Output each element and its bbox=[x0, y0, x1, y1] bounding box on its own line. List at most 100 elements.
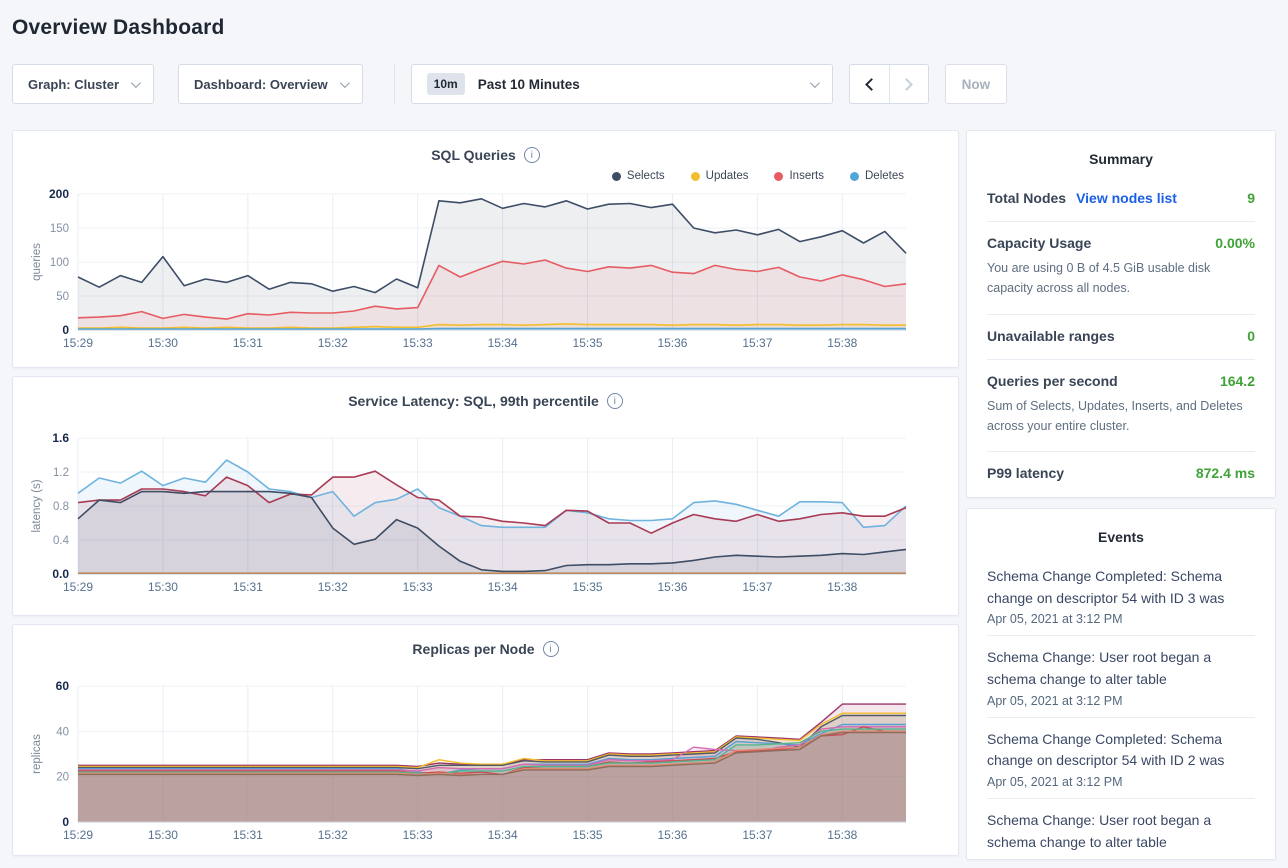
legend-label: Deletes bbox=[865, 170, 904, 182]
legend-item[interactable]: Deletes bbox=[850, 170, 904, 182]
replicas-per-node-plot[interactable]: 020406015:2915:3015:3115:3215:3315:3415:… bbox=[26, 678, 947, 846]
svg-text:15:38: 15:38 bbox=[827, 580, 857, 594]
summary-metric-label: P99 latency bbox=[987, 465, 1064, 481]
legend-label: Selects bbox=[627, 170, 665, 182]
summary-panel-title: Summary bbox=[987, 145, 1255, 177]
svg-text:15:29: 15:29 bbox=[63, 580, 93, 594]
dashboard-dropdown[interactable]: Dashboard: Overview bbox=[178, 64, 363, 104]
chart-legend: Selects Updates Inserts Deletes bbox=[26, 166, 945, 186]
event-item: Schema Change: User root began a schema … bbox=[987, 799, 1255, 860]
summary-metric-row: Total Nodes View nodes list 9 bbox=[987, 177, 1255, 222]
event-message: Schema Change: User root began a schema … bbox=[987, 810, 1255, 853]
svg-text:15:36: 15:36 bbox=[657, 828, 687, 842]
summary-panel: Summary Total Nodes View nodes list 9 Capac… bbox=[966, 130, 1276, 498]
info-icon[interactable]: i bbox=[543, 641, 559, 657]
event-item: Schema Change Completed: Schema change o… bbox=[987, 555, 1255, 636]
svg-text:15:38: 15:38 bbox=[827, 828, 857, 842]
event-message: Schema Change: User root began a schema … bbox=[987, 647, 1255, 690]
svg-text:15:32: 15:32 bbox=[318, 336, 348, 350]
svg-text:0.8: 0.8 bbox=[53, 501, 69, 513]
view-nodes-list-link[interactable]: View nodes list bbox=[1076, 190, 1177, 206]
summary-metric-value: 0.00% bbox=[1215, 235, 1255, 251]
replicas-per-node-chart-card: Replicas per Nodei020406015:2915:3015:31… bbox=[12, 624, 959, 856]
svg-text:15:34: 15:34 bbox=[488, 336, 518, 350]
svg-text:1.2: 1.2 bbox=[53, 467, 69, 479]
overview-dashboard-page: Overview Dashboard Graph: Cluster Dashbo… bbox=[0, 0, 1288, 868]
svg-text:0.0: 0.0 bbox=[52, 567, 69, 581]
time-range-selector[interactable]: 10m Past 10 Minutes bbox=[411, 64, 833, 104]
svg-text:15:35: 15:35 bbox=[573, 336, 603, 350]
legend-item[interactable]: Inserts bbox=[774, 170, 824, 182]
dashboard-toolbar: Graph: Cluster Dashboard: Overview 10m P… bbox=[12, 64, 1276, 104]
svg-text:50: 50 bbox=[56, 291, 69, 303]
svg-text:0.4: 0.4 bbox=[53, 535, 70, 547]
previous-time-window-button[interactable] bbox=[850, 65, 889, 103]
dashboard-content: SQL QueriesiSelectsUpdatesInsertsDeletes… bbox=[12, 130, 1276, 860]
svg-text:0: 0 bbox=[62, 815, 69, 829]
svg-text:200: 200 bbox=[49, 187, 69, 201]
event-timestamp: Apr 05, 2021 at 3:12 PM bbox=[987, 694, 1255, 708]
next-time-window-button[interactable] bbox=[889, 65, 928, 103]
event-timestamp: Apr 05, 2021 at 3:11 PM bbox=[987, 857, 1255, 861]
svg-text:1.6: 1.6 bbox=[52, 431, 69, 445]
legend-item[interactable]: Updates bbox=[691, 170, 749, 182]
event-item: Schema Change Completed: Schema change o… bbox=[987, 718, 1255, 799]
events-panel: Events Schema Change Completed: Schema c… bbox=[966, 508, 1276, 860]
svg-text:15:31: 15:31 bbox=[233, 828, 263, 842]
svg-text:15:29: 15:29 bbox=[63, 336, 93, 350]
chevron-right-icon bbox=[900, 78, 913, 91]
summary-metric-label: Unavailable ranges bbox=[987, 328, 1115, 344]
svg-text:15:38: 15:38 bbox=[827, 336, 857, 350]
events-panel-title: Events bbox=[987, 523, 1255, 555]
page-title: Overview Dashboard bbox=[12, 16, 1276, 40]
summary-metric-row: Unavailable ranges0 bbox=[987, 315, 1255, 360]
legend-item[interactable]: Selects bbox=[612, 170, 665, 182]
svg-text:queries: queries bbox=[31, 243, 43, 281]
time-range-badge: 10m bbox=[427, 73, 465, 95]
summary-metric-description: You are using 0 B of 4.5 GiB usable disk… bbox=[987, 258, 1255, 299]
summary-metric-description: Sum of Selects, Updates, Inserts, and De… bbox=[987, 396, 1255, 437]
toolbar-divider bbox=[394, 64, 395, 104]
svg-text:15:34: 15:34 bbox=[488, 580, 518, 594]
event-message: Schema Change Completed: Schema change o… bbox=[987, 729, 1255, 772]
chart-title: Replicas per Node bbox=[412, 641, 534, 657]
graph-scope-dropdown[interactable]: Graph: Cluster bbox=[12, 64, 154, 104]
svg-text:15:37: 15:37 bbox=[742, 580, 772, 594]
svg-text:15:30: 15:30 bbox=[148, 828, 178, 842]
summary-metric-row: P99 latency 872.4 ms bbox=[987, 452, 1255, 496]
chevron-down-icon bbox=[340, 78, 350, 88]
legend-dot-icon bbox=[612, 172, 621, 181]
time-range-label: Past 10 Minutes bbox=[478, 77, 580, 92]
info-icon[interactable]: i bbox=[524, 147, 540, 163]
svg-text:15:33: 15:33 bbox=[403, 580, 433, 594]
svg-text:0: 0 bbox=[62, 323, 69, 337]
summary-metric-label: Capacity Usage bbox=[987, 235, 1091, 251]
legend-dot-icon bbox=[774, 172, 783, 181]
svg-text:100: 100 bbox=[50, 257, 69, 269]
now-button[interactable]: Now bbox=[945, 64, 1008, 104]
summary-metric-label: Total Nodes bbox=[987, 190, 1066, 206]
legend-label: Inserts bbox=[789, 170, 824, 182]
svg-text:40: 40 bbox=[56, 726, 69, 738]
svg-text:15:31: 15:31 bbox=[233, 336, 263, 350]
svg-text:15:33: 15:33 bbox=[403, 828, 433, 842]
svg-text:15:36: 15:36 bbox=[657, 580, 687, 594]
svg-text:latency (s): latency (s) bbox=[31, 479, 43, 532]
legend-dot-icon bbox=[850, 172, 859, 181]
summary-metric-value: 164.2 bbox=[1220, 373, 1255, 389]
summary-metric-value: 872.4 ms bbox=[1196, 465, 1255, 481]
svg-text:15:37: 15:37 bbox=[742, 336, 772, 350]
service-latency-sql-99th-percentile-plot[interactable]: 0.00.40.81.21.615:2915:3015:3115:3215:33… bbox=[26, 430, 947, 598]
info-icon[interactable]: i bbox=[607, 393, 623, 409]
svg-text:15:32: 15:32 bbox=[318, 828, 348, 842]
event-timestamp: Apr 05, 2021 at 3:12 PM bbox=[987, 612, 1255, 626]
svg-text:15:31: 15:31 bbox=[233, 580, 263, 594]
svg-text:replicas: replicas bbox=[31, 734, 43, 774]
svg-text:15:32: 15:32 bbox=[318, 580, 348, 594]
sql-queries-plot[interactable]: 05010015020015:2915:3015:3115:3215:3315:… bbox=[26, 186, 947, 354]
event-item: Schema Change: User root began a schema … bbox=[987, 636, 1255, 717]
svg-text:15:35: 15:35 bbox=[573, 580, 603, 594]
legend-label: Updates bbox=[706, 170, 749, 182]
summary-metric-value: 9 bbox=[1247, 190, 1255, 206]
legend-dot-icon bbox=[691, 172, 700, 181]
